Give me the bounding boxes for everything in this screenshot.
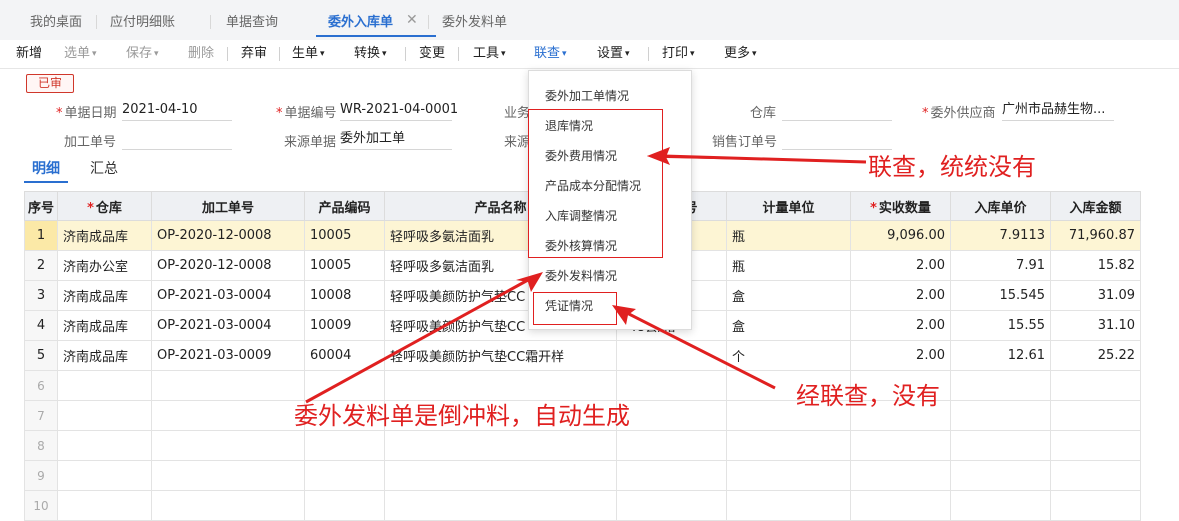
annotation-arrows: [305, 147, 867, 404]
annotation-text: 委外发料单是倒冲料，自动生成: [294, 402, 630, 430]
annotation-text: 联查，统统没有: [868, 153, 1036, 181]
annotation-text: 经联查，没有: [796, 382, 940, 410]
